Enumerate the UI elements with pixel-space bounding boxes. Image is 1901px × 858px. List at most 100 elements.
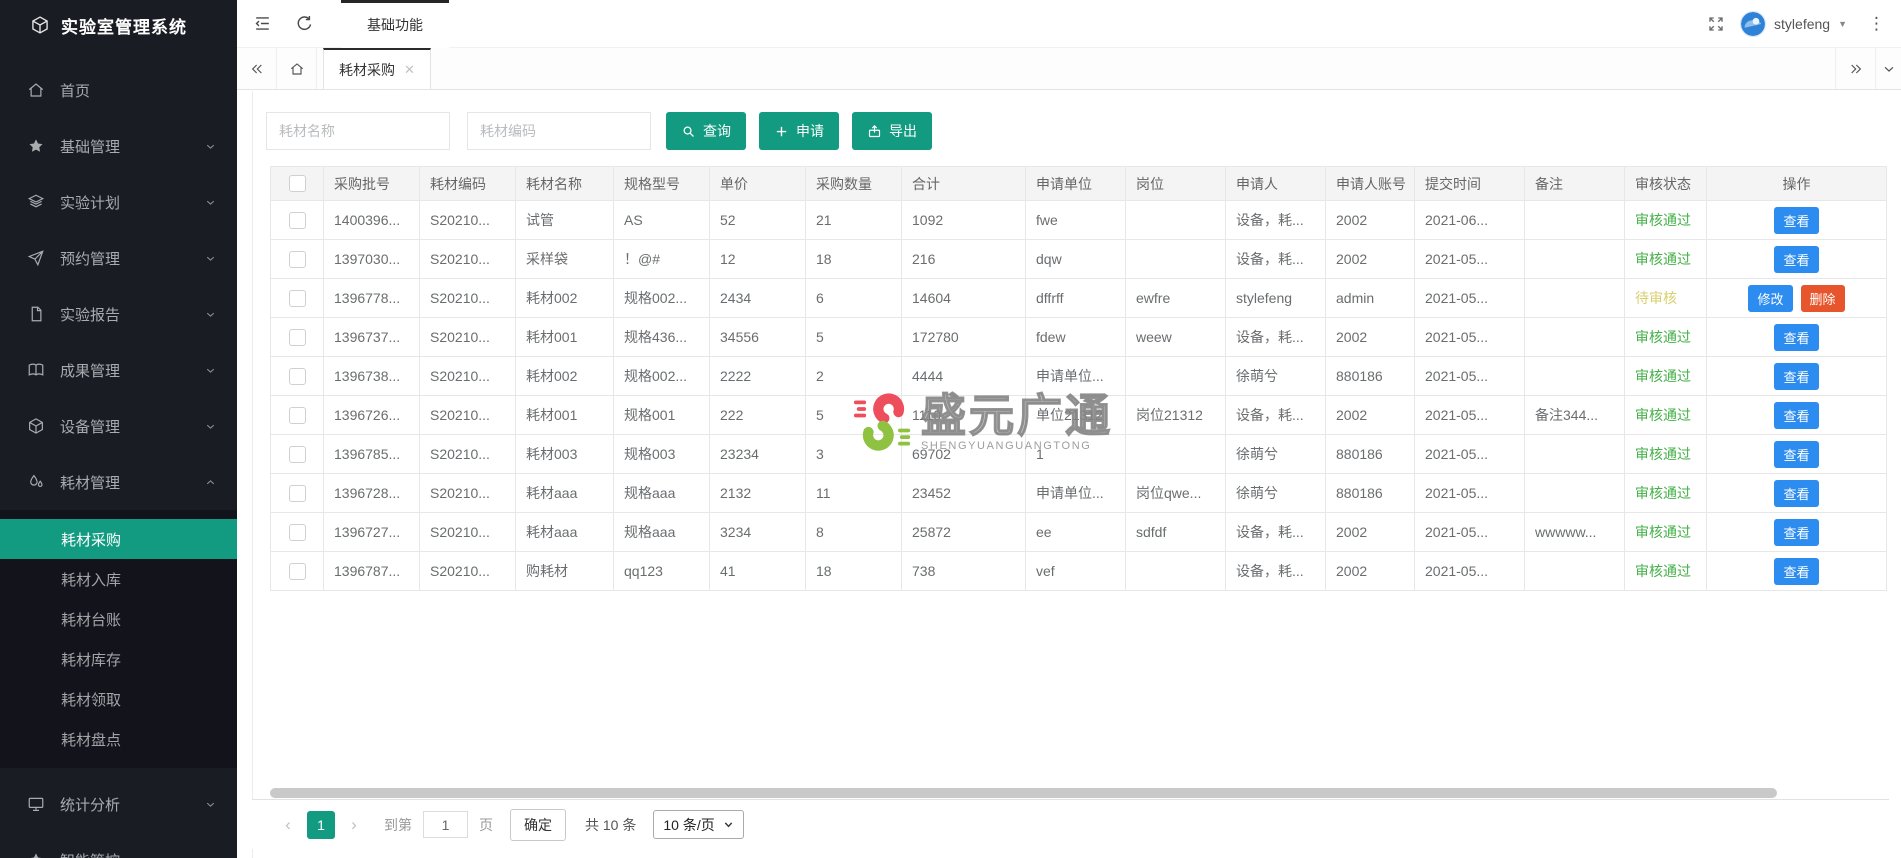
tab-consumable-purchase[interactable]: 耗材采购 ✕	[323, 48, 431, 89]
sidebar-item[interactable]: 首页	[0, 70, 237, 110]
sidebar-item[interactable]: 成果管理	[0, 350, 237, 390]
sidebar-item[interactable]: 统计分析	[0, 784, 237, 824]
cell-total: 1092	[901, 200, 1026, 240]
view-button[interactable]: 查看	[1774, 323, 1819, 351]
query-button[interactable]: 查询	[666, 112, 746, 150]
apply-button[interactable]: 申请	[759, 112, 839, 150]
row-checkbox[interactable]	[288, 367, 306, 385]
cell-price: 23234	[709, 434, 806, 474]
cell-total: 738	[901, 551, 1026, 591]
sidebar-item[interactable]: 实验报告	[0, 294, 237, 334]
cell-remark: wwwww...	[1524, 512, 1625, 552]
row-checkbox[interactable]	[288, 406, 306, 424]
table-row: 1396727... S20210... 耗材aaa 规格aaa 3234 8 25872 e…	[270, 512, 1887, 552]
horizontal-scrollbar[interactable]	[270, 788, 1777, 798]
next-page-icon[interactable]: ›	[344, 815, 364, 835]
sidebar-subitem[interactable]: 耗材盘点	[0, 719, 237, 759]
row-checkbox[interactable]	[288, 250, 306, 268]
refresh-icon[interactable]	[283, 0, 325, 48]
sidebar-submenu: 耗材采购 耗材入库 耗材台账 耗材库存 耗材领取 耗材盘点	[0, 510, 237, 768]
cell-name: 耗材001	[515, 395, 614, 435]
view-button[interactable]: 查看	[1774, 362, 1819, 390]
column-header: 规格型号	[613, 166, 710, 201]
row-checkbox-cell	[270, 356, 324, 396]
cell-actions: 查看	[1706, 239, 1887, 279]
export-button[interactable]: 导出	[852, 112, 932, 150]
sidebar-item[interactable]: 设备管理	[0, 406, 237, 446]
delete-button[interactable]: 删除	[1800, 284, 1845, 312]
cell-batch: 1396737...	[323, 317, 420, 357]
row-checkbox-cell	[270, 473, 324, 513]
select-all-checkbox[interactable]	[288, 175, 306, 193]
cell-actions: 查看	[1706, 551, 1887, 591]
row-checkbox[interactable]	[288, 562, 306, 580]
cell-batch: 1397030...	[323, 239, 420, 279]
more-options-icon[interactable]: ⋮	[1862, 14, 1891, 34]
cell-qty: 5	[805, 395, 902, 435]
column-header: 单价	[709, 166, 806, 201]
material-code-input[interactable]	[467, 112, 651, 150]
main-area: 基础功能 stylefeng ▼ ⋮ 耗材采购 ✕ 耗材名称 耗材编码 查询 申…	[237, 0, 1901, 858]
view-button[interactable]: 查看	[1774, 206, 1819, 234]
tabs-scroll-left-icon[interactable]	[237, 48, 277, 89]
confirm-button[interactable]: 确定	[510, 808, 566, 841]
chevron-down-icon	[204, 252, 217, 265]
prev-page-icon[interactable]: ‹	[278, 815, 298, 835]
row-checkbox[interactable]	[288, 328, 306, 346]
sidebar-item[interactable]: 耗材管理	[0, 462, 237, 502]
view-button[interactable]: 查看	[1774, 557, 1819, 585]
tab-home-icon[interactable]	[277, 48, 317, 89]
current-page-button[interactable]: 1	[307, 810, 335, 839]
view-button[interactable]: 查看	[1774, 440, 1819, 468]
topbar: 基础功能 stylefeng ▼ ⋮	[237, 0, 1901, 48]
row-checkbox[interactable]	[288, 289, 306, 307]
view-button[interactable]: 查看	[1774, 518, 1819, 546]
cell-account: 880186	[1325, 434, 1415, 474]
app-window: 实验室管理系统 首页 基础管理 实验计划 预约管理 实验报告 成果管理 设备管理 耗材管理 耗材…	[0, 0, 1901, 858]
row-checkbox[interactable]	[288, 523, 306, 541]
tabs-dropdown-icon[interactable]	[1875, 48, 1901, 89]
sidebar-item[interactable]: 智能管控	[0, 840, 237, 858]
sidebar-subitem[interactable]: 耗材采购	[0, 519, 237, 559]
sidebar-item[interactable]: 实验计划	[0, 182, 237, 222]
cell-batch: 1396728...	[323, 473, 420, 513]
chevron-down-icon	[204, 420, 217, 433]
edit-button[interactable]: 修改	[1748, 284, 1793, 312]
view-button[interactable]: 查看	[1774, 401, 1819, 429]
cell-unit: dqw	[1025, 239, 1126, 279]
tabs-scroll-right-icon[interactable]	[1835, 48, 1875, 89]
cell-spec: 规格aaa	[613, 512, 710, 552]
sidebar-subitem[interactable]: 耗材台账	[0, 599, 237, 639]
header-checkbox-cell	[270, 166, 324, 201]
brand[interactable]: 实验室管理系统	[0, 0, 237, 50]
column-header: 申请单位	[1025, 166, 1126, 201]
row-checkbox[interactable]	[288, 445, 306, 463]
sidebar-item[interactable]: 预约管理	[0, 238, 237, 278]
tab-close-icon[interactable]: ✕	[404, 62, 415, 78]
sidebar-subitem[interactable]: 耗材入库	[0, 559, 237, 599]
sidebar-subitem[interactable]: 耗材领取	[0, 679, 237, 719]
goto-page-input[interactable]	[423, 811, 468, 838]
user-menu[interactable]: stylefeng ▼	[1740, 10, 1847, 37]
cell-applicant: 徐萌兮	[1225, 356, 1326, 396]
topbar-tab-basic[interactable]: 基础功能	[341, 0, 449, 48]
row-checkbox[interactable]	[288, 211, 306, 229]
cell-remark	[1524, 434, 1625, 474]
sidebar-subitem[interactable]: 耗材库存	[0, 639, 237, 679]
row-checkbox[interactable]	[288, 484, 306, 502]
fullscreen-icon[interactable]	[1707, 15, 1725, 33]
cell-time: 2021-05...	[1414, 317, 1525, 357]
cell-code: S20210...	[419, 473, 516, 513]
view-button[interactable]: 查看	[1774, 245, 1819, 273]
cell-remark	[1524, 356, 1625, 396]
row-checkbox-cell	[270, 551, 324, 591]
cell-time: 2021-05...	[1414, 512, 1525, 552]
view-button[interactable]: 查看	[1774, 479, 1819, 507]
material-name-input[interactable]	[266, 112, 450, 150]
menu-collapse-icon[interactable]	[241, 0, 283, 48]
cell-unit: 申请单位...	[1025, 473, 1126, 513]
sidebar-item[interactable]: 基础管理	[0, 126, 237, 166]
page-size-select[interactable]: 10 条/页	[653, 810, 744, 839]
sidebar-item-label: 智能管控	[60, 850, 204, 858]
sidebar-item-label: 预约管理	[60, 250, 121, 268]
